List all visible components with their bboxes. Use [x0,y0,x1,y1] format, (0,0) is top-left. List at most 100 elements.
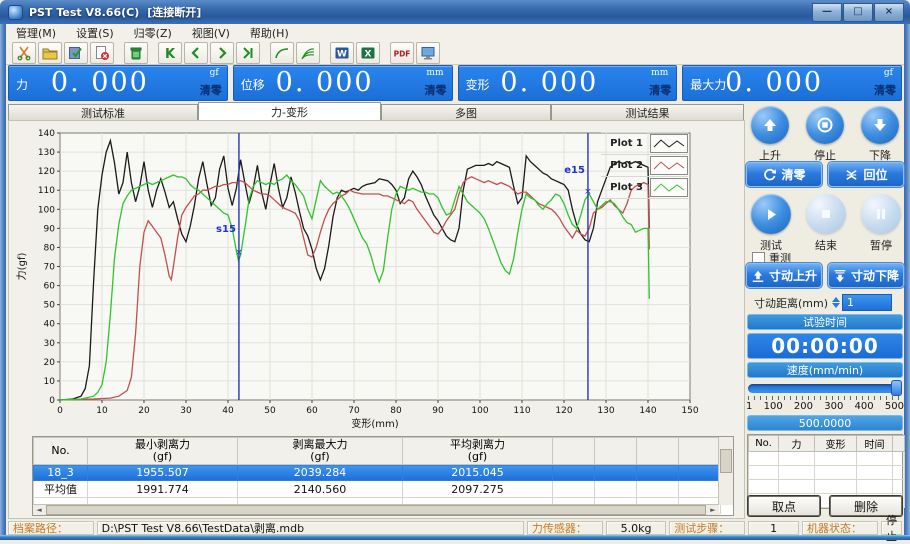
displacement-clear-button[interactable]: 清零 [425,82,447,98]
results-column-header: 平均剥离力(gf) [403,438,553,465]
title-bar: PST Test V8.66(C) [连接断开] — □ × [0,0,910,24]
open-file-icon[interactable] [38,42,62,64]
pause-button[interactable] [861,194,901,234]
svg-text:变形(mm): 变形(mm) [351,417,398,430]
points-table-row[interactable] [749,452,905,466]
test-step-value: 1 [748,521,799,535]
jog-distance-field[interactable]: 1 [842,294,892,311]
spinner-down-icon[interactable] [832,303,840,308]
file-path-value: D:\PST Test V8.66\TestData\剥离.mdb [97,521,524,535]
speed-slider[interactable] [748,384,902,393]
legend-item: Plot 3 [601,177,688,199]
deformation-clear-button[interactable]: 清零 [649,82,671,98]
svg-text:110: 110 [513,406,530,416]
test-time-display: 00:00:00 [747,333,903,359]
cut-icon[interactable] [12,42,36,64]
arrow-up-icon [761,116,779,134]
max-force-unit: gf [884,68,893,78]
svg-text:e15: e15 [564,165,585,176]
svg-text:50: 50 [44,301,56,311]
export-excel-icon[interactable]: X [356,42,380,64]
results-column-header [595,438,637,465]
toolbar: K W X PDF [6,42,904,65]
points-table-row[interactable] [749,466,905,480]
descend-button[interactable] [861,106,899,144]
tab-test-standard[interactable]: 测试标准 [8,104,198,121]
slider-thumb[interactable] [891,380,902,396]
jog-down-button[interactable]: 寸动下降 [828,263,904,288]
zero-button-label: 清零 [781,166,805,183]
results-vertical-scrollbar[interactable] [718,437,733,505]
first-curve-icon[interactable]: K [158,42,182,64]
arrow-down-icon [871,116,889,134]
results-table-row[interactable]: 18_31955.5072039.2842015.045 [34,465,721,481]
zero-button[interactable]: 清零 [746,162,822,187]
svg-text:PDF: PDF [394,50,410,59]
multi-curve-icon[interactable] [296,42,320,64]
save-check-icon[interactable] [64,42,88,64]
svg-text:130: 130 [38,148,55,158]
tab-test-results[interactable]: 测试结果 [551,104,744,121]
menu-manage[interactable]: 管理(M) [6,23,66,43]
jog-up-button[interactable]: 寸动上升 [746,263,822,288]
displacement-unit: mm [426,68,443,78]
prev-curve-icon[interactable] [184,42,208,64]
close-button[interactable]: × [874,3,904,22]
legend-item: Plot 2 [601,155,688,177]
device-monitor-icon[interactable] [416,42,440,64]
delete-file-icon[interactable] [90,42,114,64]
results-horizontal-scrollbar[interactable]: ◄ ► [33,504,719,515]
menu-zero[interactable]: 归零(Z) [124,23,182,43]
slider-tick-labels: 1100200300400500 [746,401,904,412]
force-sensor-label: 力传感器： [527,521,603,535]
take-point-button[interactable]: 取点 [748,496,820,516]
results-table-row[interactable]: 平均值1991.7742140.5602097.275 [34,481,721,498]
end-square-icon [817,205,835,223]
tab-multi-chart[interactable]: 多图 [381,104,551,121]
stop-icon [816,116,834,134]
deformation-display: 变形 0. 000 mm 清零 [458,65,678,101]
force-value: 0. 000 [9,67,191,98]
home-button[interactable]: 回位 [828,162,904,187]
end-button[interactable] [806,194,846,234]
last-curve-icon[interactable] [236,42,260,64]
scroll-right-icon[interactable]: ► [707,506,719,514]
menu-help[interactable]: 帮助(H) [240,23,299,43]
svg-text:120: 120 [555,406,572,416]
maximize-button[interactable]: □ [843,3,873,22]
points-scroll-corner[interactable] [893,436,905,452]
results-column-header [679,438,721,465]
legend-swatch-plot1 [650,134,688,153]
spinner-up-icon[interactable] [832,297,840,302]
test-button[interactable] [751,194,791,234]
svg-text:X: X [365,50,372,60]
jog-distance-stepper[interactable] [832,297,840,308]
force-sensor-value: 5.0kg [606,521,666,535]
minimize-button[interactable]: — [812,3,842,22]
svg-text:0: 0 [49,396,55,406]
points-table-row[interactable] [749,480,905,494]
single-curve-icon[interactable] [270,42,294,64]
force-clear-button[interactable]: 清零 [200,82,222,98]
scroll-thumb[interactable] [46,505,706,515]
export-word-icon[interactable]: W [330,42,354,64]
machine-state-value: 停止 [881,521,902,535]
value-displays: 力 0. 000 gf 清零 位移 0. 000 mm 清零 变形 0. 000… [6,65,904,101]
clear-trash-icon[interactable] [124,42,148,64]
rise-label: 上升 [746,147,794,163]
stop-button[interactable] [806,106,844,144]
rise-button[interactable] [751,106,789,144]
app-icon [8,5,23,20]
svg-text:40: 40 [44,320,56,330]
max-force-clear-button[interactable]: 清零 [874,82,896,98]
svg-text:20: 20 [44,358,56,368]
menu-settings[interactable]: 设置(S) [66,23,124,43]
next-curve-icon[interactable] [210,42,234,64]
svg-text:120: 120 [38,167,55,177]
points-col-time: 时间 [857,436,893,452]
legend-item: Plot 1 [601,132,688,155]
scroll-left-icon[interactable]: ◄ [33,506,45,514]
menu-view[interactable]: 视图(V) [182,23,240,43]
tab-force-deformation[interactable]: 力-变形 [198,102,381,121]
export-pdf-icon[interactable]: PDF [390,42,414,64]
